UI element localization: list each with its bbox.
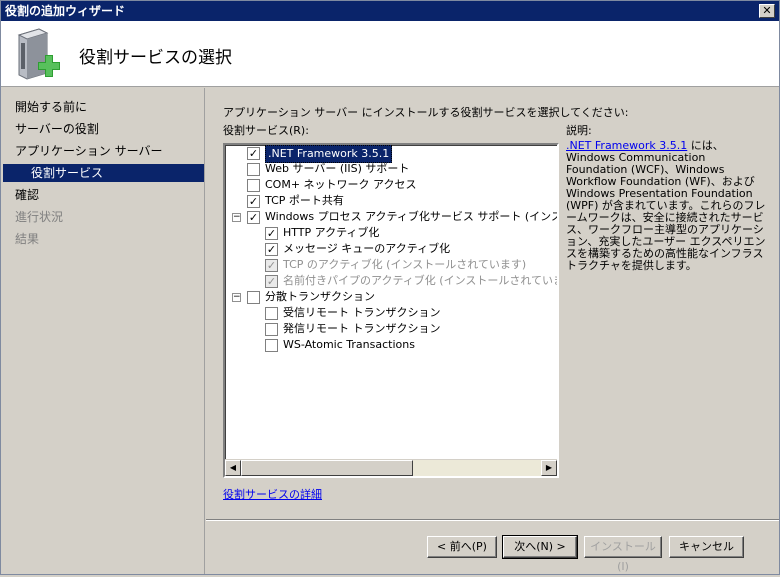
title-bar: 役割の追加ウィザード ✕ [1, 1, 779, 21]
wizard-window: 役割の追加ウィザード ✕ 役割サービスの選択 開始する前に サーバーの役割 アプ… [0, 0, 780, 575]
nav-item-confirmation[interactable]: 確認 [15, 186, 39, 204]
service-label: メッセージ キューのアクティブ化 [283, 242, 451, 255]
service-checkbox[interactable] [247, 163, 260, 176]
page-title: 役割サービスの選択 [79, 48, 232, 68]
service-checkbox[interactable] [265, 307, 278, 320]
close-button[interactable]: ✕ [759, 4, 775, 18]
scroll-thumb[interactable] [241, 460, 413, 476]
service-label: TCP のアクティブ化 (インストールされています) [283, 258, 527, 271]
tree-row[interactable]: WS-Atomic Transactions [225, 337, 557, 353]
service-checkbox[interactable] [247, 179, 260, 192]
close-icon: ✕ [762, 4, 772, 17]
service-checkbox[interactable]: ✓ [247, 195, 260, 208]
service-checkbox[interactable]: ✓ [247, 211, 260, 224]
service-label: COM+ ネットワーク アクセス [265, 178, 417, 191]
tree-row[interactable]: 受信リモート トランザクション [225, 305, 557, 321]
scroll-left-button[interactable]: ◀ [225, 460, 241, 476]
service-label: 受信リモート トランザクション [283, 306, 441, 319]
tree-row: ✓ TCP のアクティブ化 (インストールされています) [225, 257, 557, 273]
service-label: TCP ポート共有 [265, 194, 344, 207]
nav-item-results: 結果 [15, 232, 40, 246]
nav-item-progress: 進行状況 [15, 210, 64, 224]
wizard-header: 役割サービスの選択 [1, 21, 779, 87]
description-text: .NET Framework 3.5.1 には、Windows Communic… [566, 140, 766, 272]
service-label: 名前付きパイプのアクティブ化 (インストールされています) [283, 274, 559, 287]
tree-row[interactable]: 発信リモート トランザクション [225, 321, 557, 337]
tree-row: ✓ 名前付きパイプのアクティブ化 (インストールされています) [225, 273, 559, 289]
service-checkbox[interactable] [265, 323, 278, 336]
collapse-toggle-icon[interactable]: − [232, 293, 241, 302]
service-checkbox[interactable]: ✓ [265, 227, 278, 240]
tree-row[interactable]: Web サーバー (IIS) サポート [225, 161, 557, 177]
service-label: Windows プロセス アクティブ化サービス サポート (インストール [265, 210, 557, 223]
back-button[interactable]: < 前へ(P) [427, 536, 497, 558]
window-title: 役割の追加ウィザード [5, 4, 126, 18]
tree-row[interactable]: −✓ Windows プロセス アクティブ化サービス サポート (インストール [225, 209, 557, 225]
footer-divider [206, 519, 779, 521]
nav-item-application-server[interactable]: アプリケーション サーバー [15, 142, 162, 160]
horizontal-scrollbar[interactable]: ◀ ▶ [225, 459, 557, 476]
wizard-step-nav: 開始する前に サーバーの役割 アプリケーション サーバー 役割サービス 確認 進… [1, 88, 205, 574]
nav-item-role-services[interactable]: 役割サービス [3, 164, 204, 182]
nav-item-server-roles[interactable]: サーバーの役割 [15, 120, 99, 138]
service-checkbox[interactable] [265, 339, 278, 352]
tree-row[interactable]: ✓ TCP ポート共有 [225, 193, 557, 209]
nav-item-before-you-begin[interactable]: 開始する前に [15, 98, 87, 116]
service-label: WS-Atomic Transactions [283, 338, 415, 351]
description-label: 説明: [566, 124, 592, 137]
service-label: 分散トランザクション [265, 290, 375, 303]
description-body: には、Windows Communication Foundation (WCF… [566, 139, 766, 272]
next-button[interactable]: 次へ(N) > [502, 535, 578, 559]
collapse-toggle-icon[interactable]: − [232, 213, 241, 222]
service-checkbox[interactable] [247, 291, 260, 304]
service-checkbox: ✓ [265, 275, 278, 288]
main-content: アプリケーション サーバー にインストールする役割サービスを選択してください: … [206, 88, 779, 574]
arrow-right-icon: ▶ [545, 463, 553, 472]
scroll-right-button[interactable]: ▶ [541, 460, 557, 476]
tree-row[interactable]: COM+ ネットワーク アクセス [225, 177, 557, 193]
role-services-more-link[interactable]: 役割サービスの詳細 [223, 486, 322, 502]
tree-row[interactable]: ✓ .NET Framework 3.5.1 [225, 145, 557, 163]
service-checkbox[interactable]: ✓ [265, 243, 278, 256]
tree-row[interactable]: − 分散トランザクション [225, 289, 557, 305]
role-services-tree[interactable]: ✓ .NET Framework 3.5.1 Web サーバー (IIS) サポート… [223, 143, 559, 478]
role-services-label: 役割サービス(R): [223, 124, 309, 137]
service-label: 発信リモート トランザクション [283, 322, 441, 335]
service-checkbox[interactable]: ✓ [247, 147, 260, 160]
install-button: インストール(I) [584, 536, 662, 573]
instruction-text: アプリケーション サーバー にインストールする役割サービスを選択してください: [223, 106, 629, 119]
tree-row[interactable]: ✓ メッセージ キューのアクティブ化 [225, 241, 557, 257]
cancel-button[interactable]: キャンセル [669, 536, 744, 558]
arrow-left-icon: ◀ [229, 463, 237, 472]
service-label: HTTP アクティブ化 [283, 226, 380, 239]
server-add-icon [13, 27, 63, 81]
tree-row[interactable]: ✓ HTTP アクティブ化 [225, 225, 557, 241]
service-checkbox: ✓ [265, 259, 278, 272]
service-label: Web サーバー (IIS) サポート [265, 162, 410, 175]
